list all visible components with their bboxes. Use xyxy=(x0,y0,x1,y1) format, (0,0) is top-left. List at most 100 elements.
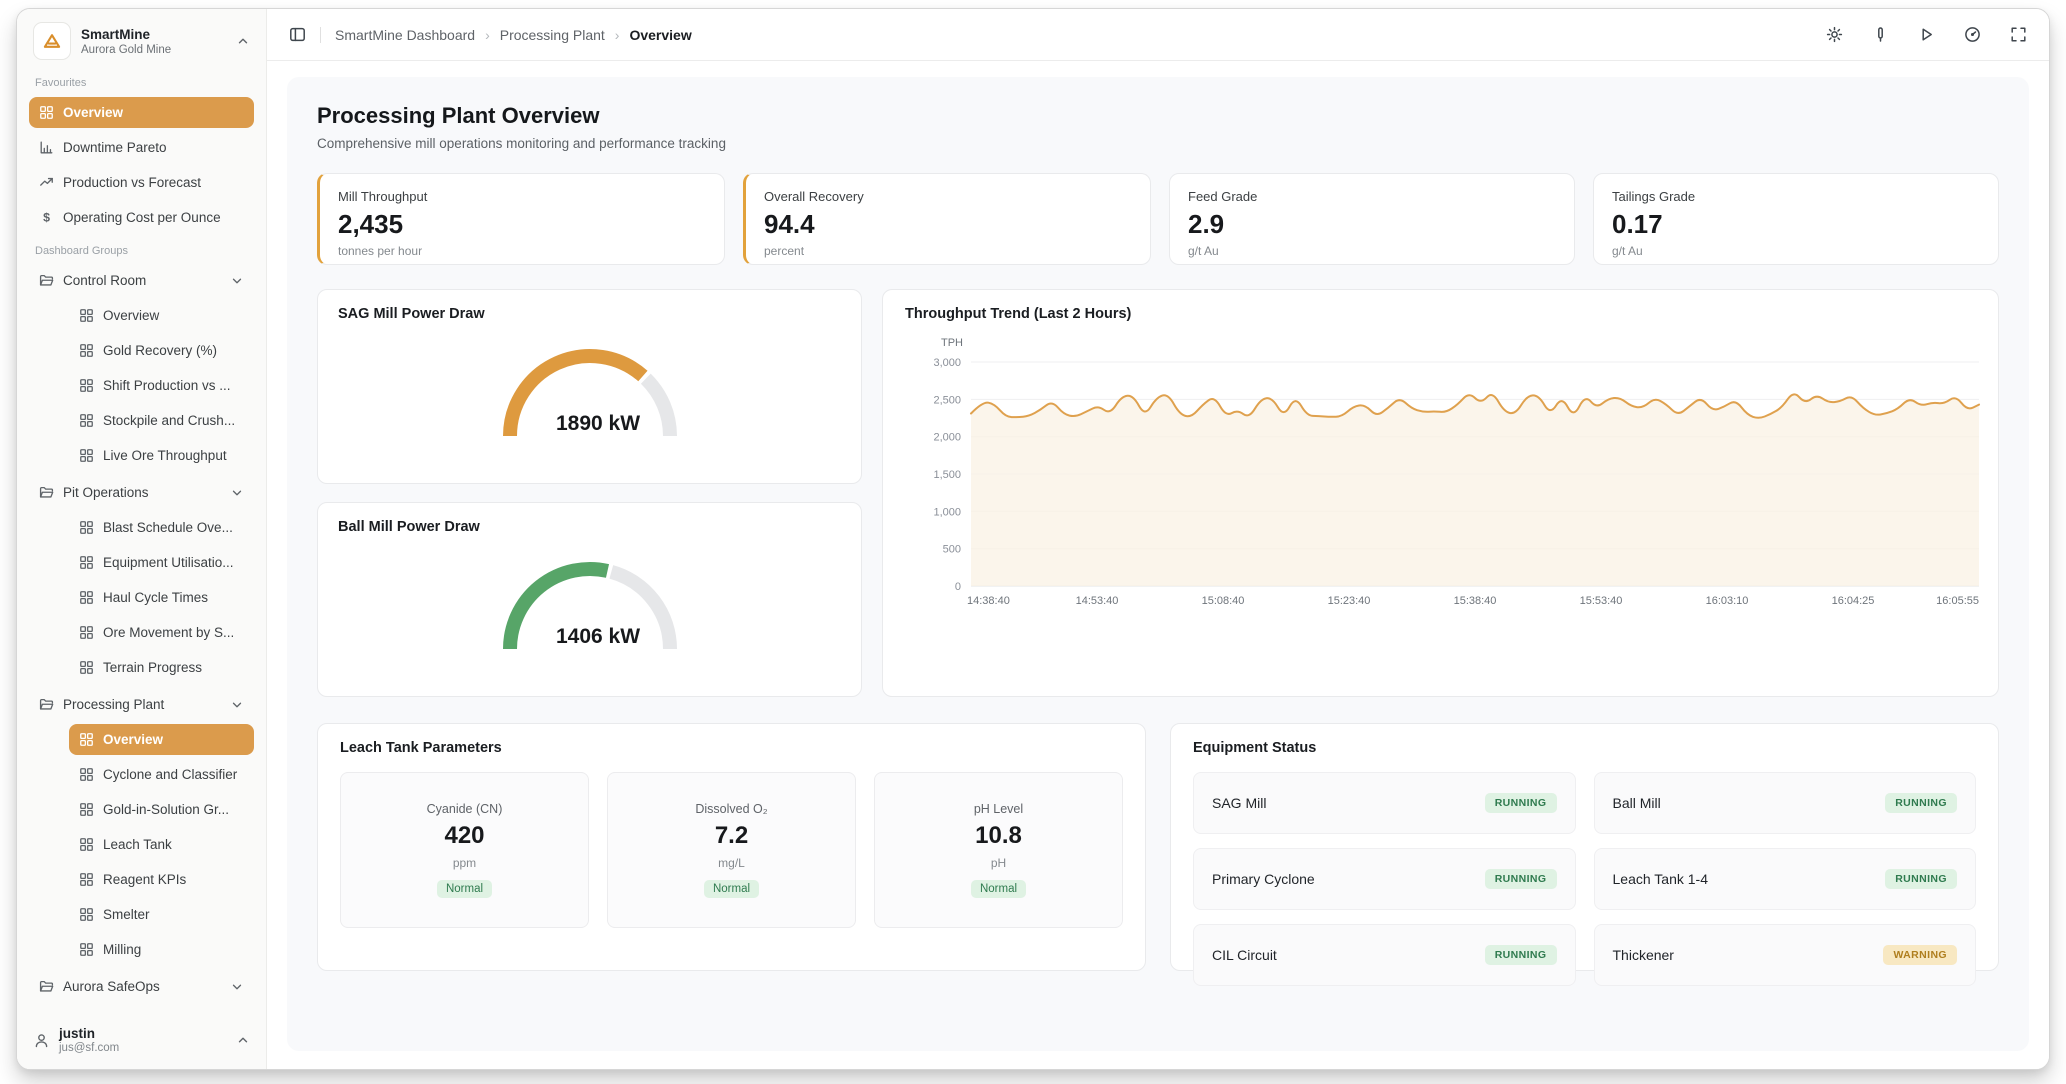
middle-row: SAG Mill Power Draw 1890 kW Ball Mill Po… xyxy=(317,289,1999,697)
grid-icon xyxy=(79,590,94,605)
sidebar-item-label: Ore Movement by S... xyxy=(103,625,234,640)
dollar-icon: $ xyxy=(39,210,54,225)
sidebar-toggle-button[interactable] xyxy=(289,26,306,43)
sidebar-item-shift-production-vs-[interactable]: Shift Production vs ... xyxy=(69,370,254,401)
sidebar-item-operating-cost-per-ounce[interactable]: $ Operating Cost per Ounce xyxy=(29,202,254,233)
sidebar-item-label: Stockpile and Crush... xyxy=(103,413,235,428)
sidebar-item-equipment-utilisatio-[interactable]: Equipment Utilisatio... xyxy=(69,547,254,578)
sidebar-scroll-area[interactable]: SmartMine Aurora Gold Mine Favourites Ov… xyxy=(17,9,266,1011)
kpi-card-overall-recovery: Overall Recovery 94.4 percent xyxy=(743,173,1151,265)
edit-icon xyxy=(1872,26,1889,43)
user-menu[interactable]: justin jus@sf.com xyxy=(17,1011,266,1069)
favourites-section-label: Favourites xyxy=(35,77,248,89)
gauge-button[interactable] xyxy=(1964,26,1981,43)
chevron-down-icon xyxy=(230,698,244,712)
svg-text:0: 0 xyxy=(955,581,961,593)
edit-button[interactable] xyxy=(1872,26,1889,43)
group-pit-operations[interactable]: Pit Operations xyxy=(29,477,254,508)
svg-text:1406 kW: 1406 kW xyxy=(555,625,639,648)
status-badge: WARNING xyxy=(1883,945,1957,965)
sidebar-item-haul-cycle-times[interactable]: Haul Cycle Times xyxy=(69,582,254,613)
sidebar-item-leach-tank[interactable]: Leach Tank xyxy=(69,829,254,860)
sidebar-item-reagent-kpis[interactable]: Reagent KPIs xyxy=(69,864,254,895)
group-control-room[interactable]: Control Room xyxy=(29,265,254,296)
settings-icon xyxy=(1826,26,1843,43)
user-email: jus@sf.com xyxy=(59,1042,227,1054)
grid-icon xyxy=(79,767,94,782)
param-label: Dissolved O₂ xyxy=(695,802,767,816)
sidebar-item-blast-schedule-ove-[interactable]: Blast Schedule Ove... xyxy=(69,512,254,543)
sidebar-item-label: Gold Recovery (%) xyxy=(103,343,217,358)
svg-text:15:08:40: 15:08:40 xyxy=(1202,595,1245,607)
play-button[interactable] xyxy=(1918,26,1935,43)
group-processing-plant[interactable]: Processing Plant xyxy=(29,689,254,720)
breadcrumb-separator: › xyxy=(485,27,490,43)
sidebar-item-milling[interactable]: Milling xyxy=(69,934,254,965)
sidebar-item-live-ore-throughput[interactable]: Live Ore Throughput xyxy=(69,440,254,471)
user-info: justin jus@sf.com xyxy=(59,1026,227,1054)
bar-chart-icon xyxy=(39,140,54,155)
gauge-card-ball-mill-power-draw: Ball Mill Power Draw 1406 kW xyxy=(317,502,862,697)
fullscreen-button[interactable] xyxy=(2010,26,2027,43)
settings-button[interactable] xyxy=(1826,26,1843,43)
sidebar-item-production-vs-forecast[interactable]: Production vs Forecast xyxy=(29,167,254,198)
sidebar-item-label: Cyclone and Classifier xyxy=(103,767,237,782)
sidebar-item-overview[interactable]: Overview xyxy=(69,724,254,755)
grid-icon xyxy=(79,413,94,428)
status-badge: RUNNING xyxy=(1485,869,1557,889)
workspace-info: SmartMine Aurora Gold Mine xyxy=(81,27,226,56)
sidebar-item-overview[interactable]: Overview xyxy=(29,97,254,128)
breadcrumb: SmartMine Dashboard›Processing Plant›Ove… xyxy=(335,27,692,43)
dashboard-panel: Processing Plant Overview Comprehensive … xyxy=(287,77,2029,1051)
screen: SmartMine Aurora Gold Mine Favourites Ov… xyxy=(0,0,2066,1084)
equipment-name: Thickener xyxy=(1613,947,1674,963)
kpi-card-tailings-grade: Tailings Grade 0.17 g/t Au xyxy=(1593,173,1999,265)
sidebar-item-label: Leach Tank xyxy=(103,837,172,852)
kpi-unit: tonnes per hour xyxy=(338,244,706,258)
sidebar-item-label: Overview xyxy=(103,308,159,323)
svg-text:14:53:40: 14:53:40 xyxy=(1076,595,1119,607)
sidebar-item-terrain-progress[interactable]: Terrain Progress xyxy=(69,652,254,683)
gauge: 1890 kW xyxy=(338,324,841,454)
folder-icon xyxy=(39,485,54,500)
status-badge: RUNNING xyxy=(1485,793,1557,813)
kpi-card-feed-grade: Feed Grade 2.9 g/t Au xyxy=(1169,173,1575,265)
page-title: Processing Plant Overview xyxy=(317,103,1999,129)
sidebar-item-stockpile-and-crush-[interactable]: Stockpile and Crush... xyxy=(69,405,254,436)
group-label: Aurora SafeOps xyxy=(63,979,160,994)
sidebar-item-label: Haul Cycle Times xyxy=(103,590,208,605)
workspace-switcher[interactable]: SmartMine Aurora Gold Mine xyxy=(29,19,254,63)
kpi-label: Mill Throughput xyxy=(338,189,706,204)
sidebar-item-overview[interactable]: Overview xyxy=(69,300,254,331)
main-area: SmartMine Dashboard›Processing Plant›Ove… xyxy=(267,9,2049,1069)
sidebar-item-downtime-pareto[interactable]: Downtime Pareto xyxy=(29,132,254,163)
breadcrumb-smartmine-dashboard[interactable]: SmartMine Dashboard xyxy=(335,27,475,43)
svg-text:16:04:25: 16:04:25 xyxy=(1832,595,1875,607)
sidebar-item-gold-in-solution-gr-[interactable]: Gold-in-Solution Gr... xyxy=(69,794,254,825)
sidebar-item-ore-movement-by-s-[interactable]: Ore Movement by S... xyxy=(69,617,254,648)
sidebar-item-smelter[interactable]: Smelter xyxy=(69,899,254,930)
play-icon xyxy=(1918,26,1935,43)
grid-icon xyxy=(79,520,94,535)
sidebar-item-label: Terrain Progress xyxy=(103,660,202,675)
chevron-down-icon xyxy=(230,486,244,500)
equipment-card-title: Equipment Status xyxy=(1193,740,1976,756)
equipment-grid: SAG Mill RUNNINGBall Mill RUNNINGPrimary… xyxy=(1193,772,1976,986)
app-logo-icon xyxy=(33,22,71,60)
param-value: 420 xyxy=(444,822,484,850)
sidebar-item-cyclone-and-classifier[interactable]: Cyclone and Classifier xyxy=(69,759,254,790)
equipment-tile-cil-circuit: CIL Circuit RUNNING xyxy=(1193,924,1576,986)
leach-param-ph-level: pH Level 10.8 pH Normal xyxy=(874,772,1123,928)
group-aurora-safeops[interactable]: Aurora SafeOps xyxy=(29,971,254,1002)
status-badge: RUNNING xyxy=(1485,945,1557,965)
grid-icon xyxy=(79,555,94,570)
equipment-name: Leach Tank 1-4 xyxy=(1613,871,1708,887)
grid-icon xyxy=(79,660,94,675)
equipment-tile-ball-mill: Ball Mill RUNNING xyxy=(1594,772,1977,834)
sidebar-item-gold-recovery-[interactable]: Gold Recovery (%) xyxy=(69,335,254,366)
breadcrumb-processing-plant[interactable]: Processing Plant xyxy=(500,27,605,43)
sidebar-item-label: Overview xyxy=(63,105,123,120)
kpi-unit: g/t Au xyxy=(1612,244,1980,258)
kpi-card-mill-throughput: Mill Throughput 2,435 tonnes per hour xyxy=(317,173,725,265)
user-icon xyxy=(33,1032,50,1049)
